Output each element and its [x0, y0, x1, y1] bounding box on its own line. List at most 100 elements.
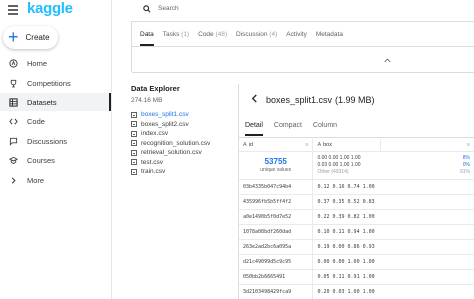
column-header-box[interactable]: Abox [312, 139, 382, 152]
explorer-title: Data Explorer [131, 84, 180, 93]
file-list: boxes_split1.csv boxes_split2.csv index.… [131, 110, 239, 177]
search-input[interactable]: Search [131, 0, 474, 17]
tab-tasks[interactable]: Tasks (1) [163, 22, 189, 46]
table-row[interactable]: 03b4335b047c94b4 0.12 0.16 0.74 1.00 [239, 179, 474, 195]
sidebar-item-datasets[interactable]: Datasets [0, 93, 111, 111]
table-row[interactable]: 3d2103498429fca9 0.20 0.03 1.00 1.00 [239, 284, 474, 299]
sidebar-item-label: Home [27, 58, 48, 68]
tab-label: Discussion [236, 30, 268, 38]
detail-header: boxes_split1.csv (1.99 MB) [251, 94, 375, 106]
sidebar-item-label: Discussions [27, 136, 68, 146]
file-title: boxes_split1.csv [266, 95, 333, 105]
data-explorer: Data Explorer 274.16 MB boxes_split1.csv… [131, 84, 239, 177]
column-stats-row: 53755 unique values 0.00 0.00 1.00 1.00 8… [239, 151, 474, 180]
file-name: retrieval_solution.csv [141, 149, 202, 157]
tab-count: (48) [215, 30, 228, 38]
string-type-icon: A [243, 141, 247, 148]
search-placeholder: Search [158, 5, 179, 12]
tab-detail[interactable]: Detail [245, 122, 263, 136]
id-cell: 03b4335b047c94b4 [239, 179, 314, 195]
plus-icon: + [8, 26, 19, 47]
id-cell: 435996fb5b5ff4f2 [239, 194, 314, 210]
sort-icon[interactable]: ≡ [467, 142, 470, 148]
divider [132, 72, 474, 73]
box-cell: 0.12 0.16 0.74 1.00 [312, 179, 474, 195]
tab-label: Tasks [162, 30, 180, 38]
value-frequency: 0.00 0.00 1.00 1.00 8% [317, 155, 470, 162]
back-icon[interactable] [251, 94, 258, 106]
id-cell: 263e2ad2bc6a095a [239, 239, 314, 255]
view-tabs: Detail Compact Column [245, 122, 348, 136]
column-header-id[interactable]: Aid ≡ [239, 139, 314, 152]
tab-label: Metadata [315, 30, 343, 38]
sidebar-item-label: Courses [27, 155, 55, 165]
file-table-icon [131, 168, 137, 175]
expand-icon [8, 175, 18, 185]
unique-count: 53755 [264, 157, 287, 166]
file-item[interactable]: test.csv [131, 158, 239, 168]
menu-icon[interactable] [8, 5, 18, 15]
tab-compact[interactable]: Compact [274, 122, 302, 134]
string-type-icon: A [317, 141, 322, 148]
file-name: train.csv [141, 168, 166, 176]
file-table-icon [131, 159, 137, 166]
table-row[interactable]: a0e1490b5f0d7e52 0.22 0.39 0.82 1.00 [239, 209, 474, 225]
file-table-icon [131, 130, 137, 137]
table-row[interactable]: d21c49099d5c9c95 0.00 0.00 1.00 1.00 [239, 254, 474, 270]
tab-label: Data [140, 30, 154, 38]
sidebar-item-label: More [27, 175, 45, 185]
file-item[interactable]: train.csv [131, 167, 239, 177]
file-item[interactable]: recognition_solution.csv [131, 139, 239, 149]
id-cell: 1078a08bdf260dad [239, 224, 314, 240]
tab-activity[interactable]: Activity [286, 22, 307, 46]
file-table-icon [131, 149, 137, 156]
divider [239, 137, 474, 138]
tab-code[interactable]: Code (48) [198, 22, 227, 46]
search-icon [143, 4, 151, 13]
chevron-up-icon[interactable] [384, 58, 391, 65]
sidebar-item-discussions[interactable]: Discussions [0, 132, 111, 150]
sidebar-item-more[interactable]: More [0, 171, 111, 189]
home-icon [8, 58, 18, 68]
value-frequency: 0.03 0.00 1.00 1.00 0% [317, 162, 470, 169]
table-row[interactable]: 050bb2b6665491 0.05 0.11 0.91 1.00 [239, 269, 474, 285]
file-size: (1.99 MB) [335, 95, 375, 105]
create-button[interactable]: + Create [3, 26, 58, 49]
file-item[interactable]: retrieval_solution.csv [131, 148, 239, 158]
file-item[interactable]: index.csv [131, 129, 239, 139]
tab-data[interactable]: Data [140, 22, 154, 46]
table-icon [8, 97, 18, 107]
tab-discussion[interactable]: Discussion (4) [236, 22, 277, 46]
file-detail-panel: boxes_split1.csv (1.99 MB) Detail Compac… [238, 84, 474, 299]
table-row[interactable]: 435996fb5b5ff4f2 0.37 0.35 0.52 0.83 [239, 194, 474, 210]
unique-values-cell: 53755 unique values [239, 151, 314, 180]
box-cell: 0.37 0.35 0.52 0.83 [312, 194, 474, 210]
box-cell: 0.05 0.11 0.91 1.00 [312, 269, 474, 285]
id-cell: 3d2103498429fca9 [239, 284, 314, 299]
unique-label: unique values [260, 167, 292, 173]
sort-icon[interactable]: ≡ [305, 142, 308, 148]
table-row[interactable]: 263e2ad2bc6a095a 0.19 0.00 0.86 0.93 [239, 239, 474, 255]
sidebar-item-label: Datasets [27, 97, 57, 107]
box-value-distribution: 0.00 0.00 1.00 1.00 8% 0.03 0.00 1.00 1.0… [312, 151, 474, 180]
table-header-row: Aid ≡ Abox ≡ [239, 139, 474, 152]
file-item[interactable]: boxes_split2.csv [131, 120, 239, 130]
tab-label: Activity [286, 30, 307, 38]
kaggle-logo[interactable]: kaggle [27, 0, 73, 17]
sidebar-item-home[interactable]: Home [0, 54, 111, 72]
file-item[interactable]: boxes_split1.csv [131, 110, 239, 120]
sidebar-item-competitions[interactable]: Competitions [0, 74, 111, 92]
tab-column[interactable]: Column [313, 122, 337, 134]
value-label: 0.00 0.00 1.00 1.00 [317, 154, 361, 161]
column-header-stats: ≡ [380, 139, 474, 152]
school-icon [8, 155, 18, 165]
file-table-icon [131, 140, 137, 147]
sidebar-item-code[interactable]: Code [0, 112, 111, 130]
file-name: index.csv [141, 130, 169, 138]
sidebar: kaggle + Create Home Competitions Datase… [0, 0, 112, 299]
tab-metadata[interactable]: Metadata [316, 22, 343, 46]
comments-icon [8, 136, 18, 146]
sidebar-item-courses[interactable]: Courses [0, 151, 111, 169]
table-row[interactable]: 1078a08bdf260dad 0.10 0.11 0.94 1.00 [239, 224, 474, 240]
box-cell: 0.10 0.11 0.94 1.00 [312, 224, 474, 240]
